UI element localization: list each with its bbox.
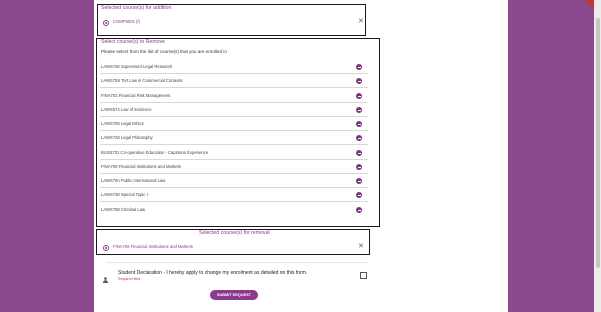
divider (100, 102, 368, 103)
remove-course-minus-icon[interactable] (356, 178, 362, 184)
list-item: FINA706 Financial Institutions and Marke… (101, 164, 181, 169)
list-item: LAWS70n Public International Law (101, 178, 166, 183)
remove-instruction: Please select from the list of course(s)… (101, 49, 227, 54)
divider (100, 187, 368, 188)
list-item: LAWS706 Legal Ethics (101, 121, 144, 126)
list-item: LAWS798 Criminal Law (101, 207, 146, 212)
remove-course-minus-icon[interactable] (356, 78, 362, 84)
submit-request-button[interactable]: SUBMIT REQUEST (210, 290, 258, 300)
divider (100, 201, 368, 202)
list-item: LAWS7Ek Tort Law in Commercial Contexts (101, 78, 183, 83)
divider (100, 173, 368, 174)
remove-course-minus-icon[interactable] (356, 164, 362, 170)
selected-course-icon (103, 245, 109, 251)
divider (100, 87, 368, 88)
declaration-checkbox[interactable] (360, 272, 367, 279)
remove-course-minus-icon[interactable] (356, 93, 362, 99)
required-field-text: Required field (118, 277, 141, 281)
remove-course-minus-icon[interactable] (356, 64, 362, 70)
remove-course-minus-icon[interactable] (356, 192, 362, 198)
divider (106, 262, 368, 263)
scrollbar-thumb[interactable] (596, 18, 600, 268)
addition-course: COMP5001 (f) (113, 19, 140, 24)
list-item: BUSS701 Co-operative Education - Capston… (101, 150, 209, 155)
list-item: LAWS738 Special Topic I (101, 192, 148, 197)
remove-removal-close-icon[interactable]: ✕ (358, 243, 364, 250)
remove-course-minus-icon[interactable] (356, 150, 362, 156)
list-item: LAWS574 Law of Evidence (101, 107, 152, 112)
remove-addition-close-icon[interactable]: ✕ (358, 18, 364, 25)
removal-legend: Selected course(s) for removal (199, 230, 270, 236)
divider (100, 144, 368, 145)
divider (100, 159, 368, 160)
person-icon (103, 270, 108, 283)
remove-course-minus-icon[interactable] (356, 107, 362, 113)
remove-course-minus-icon[interactable] (356, 121, 362, 127)
divider (100, 130, 368, 131)
addition-legend: Selected course(s) for addition (101, 5, 172, 11)
remove-legend: Select course(s) to Remove (101, 39, 166, 45)
divider (100, 116, 368, 117)
selected-course-icon (103, 20, 109, 26)
remove-course-minus-icon[interactable] (356, 135, 362, 141)
list-item: FINA702 Financial Risk Management (101, 93, 171, 98)
removal-course: FINA706 Financial Institutions and Marke… (113, 244, 193, 249)
declaration-text: Student Declaration - I hereby apply to … (118, 270, 308, 276)
list-item: LAWS736 Supervised Legal Research (101, 64, 173, 69)
divider (100, 73, 368, 74)
remove-course-minus-icon[interactable] (356, 207, 362, 213)
list-item: LAWS728 Legal Philosophy (101, 135, 153, 140)
